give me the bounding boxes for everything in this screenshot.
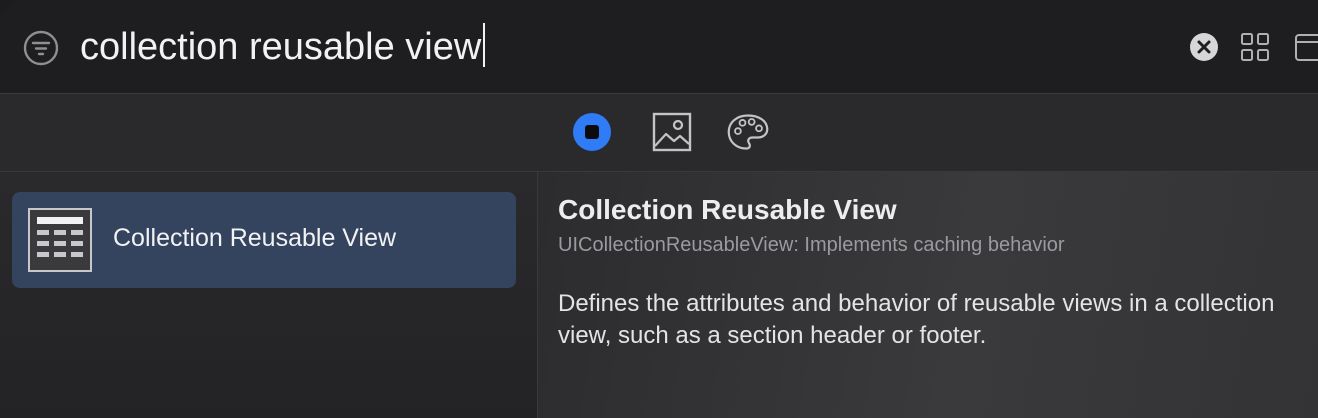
library-tab-bar: [0, 94, 1318, 172]
text-caret: [483, 23, 486, 67]
library-window: collection reusable view Collection Reus…: [0, 0, 1318, 418]
detail-view-icon[interactable]: [1294, 32, 1318, 62]
results-list: Collection Reusable View: [0, 172, 538, 418]
grid-view-icon[interactable]: [1240, 32, 1270, 62]
search-query: collection reusable view: [80, 26, 482, 68]
search-bar: collection reusable view: [0, 0, 1318, 94]
filter-icon[interactable]: [23, 30, 59, 66]
search-field[interactable]: collection reusable view: [80, 22, 486, 72]
detail-subtitle: UICollectionReusableView: Implements cac…: [558, 234, 1065, 256]
image-icon[interactable]: [650, 110, 694, 154]
detail-title: Collection Reusable View: [558, 194, 897, 225]
list-item-label: Collection Reusable View: [113, 224, 397, 252]
detail-description: Defines the attributes and behavior of r…: [558, 290, 1275, 349]
detail-pane: Collection Reusable View UICollectionReu…: [538, 172, 1318, 418]
collection-view-icon: [28, 208, 92, 272]
palette-icon[interactable]: [726, 110, 770, 154]
clear-search-icon[interactable]: [1189, 32, 1219, 62]
objects-icon[interactable]: [570, 110, 614, 154]
list-item-collection-reusable-view[interactable]: Collection Reusable View: [12, 192, 516, 288]
